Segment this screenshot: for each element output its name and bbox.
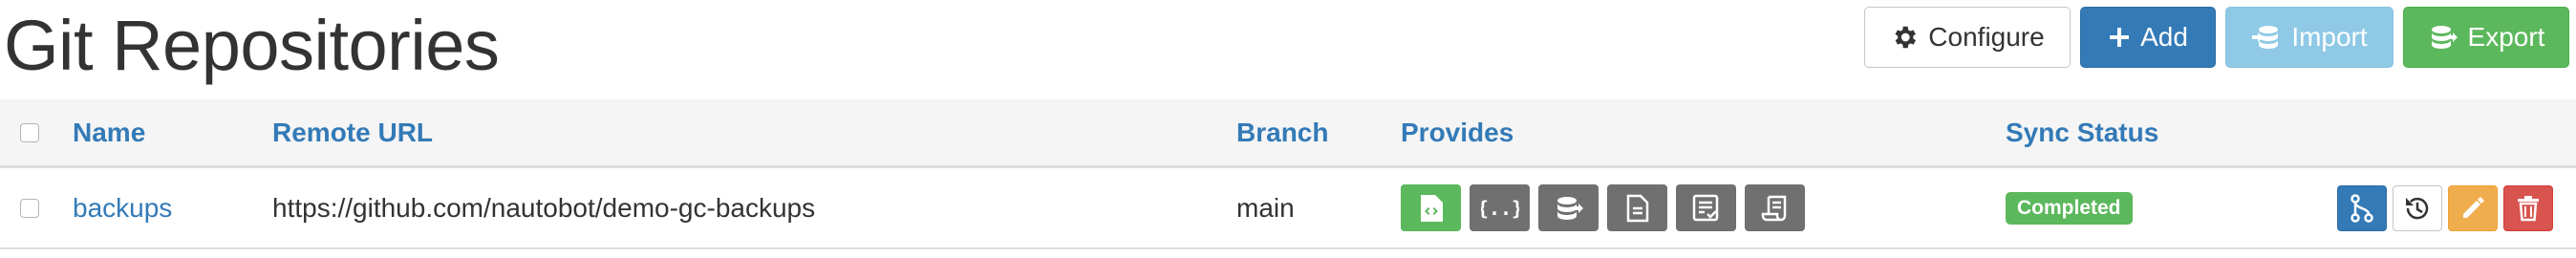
branch-value: main [1236,192,1295,223]
plus-icon [2110,28,2130,47]
svg-text:{..}: {..} [1481,197,1519,220]
column-header-provides: Provides [1401,117,1514,147]
trash-icon [2518,195,2539,221]
page-title: Git Repositories [4,6,500,85]
changelog-button[interactable] [2393,184,2442,231]
column-header-name[interactable]: Name [73,99,145,165]
database-export-icon [2431,26,2458,49]
code-file-icon [1401,184,1461,231]
export-label: Export [2467,22,2545,52]
toolbar: Configure Add Import Export [1864,7,2569,68]
import-button[interactable]: Import [2225,7,2394,68]
select-all-checkbox[interactable] [20,122,39,142]
edit-button[interactable] [2448,184,2498,231]
column-header-sync-status[interactable]: Sync Status [2006,99,2158,165]
scroll-icon [1745,184,1805,231]
remote-url-value: https://github.com/nautobot/demo-gc-back… [272,192,816,223]
row-actions [2337,184,2553,231]
add-button[interactable]: Add [2080,7,2216,68]
sync-status-badge: Completed [2006,191,2133,225]
configure-label: Configure [1928,22,2045,52]
sync-repository-button[interactable] [2337,184,2387,231]
git-branch-icon [2351,193,2373,223]
export-button[interactable]: Export [2403,7,2569,68]
history-icon [2406,197,2429,219]
repository-name-link[interactable]: backups [73,193,172,224]
table-row: backups https://github.com/nautobot/demo… [0,168,2576,249]
repositories-table: Name Remote URL Branch Provides Sync Sta… [0,99,2576,249]
json-braces-icon: {..} [1470,184,1530,231]
document-icon [1607,184,1667,231]
database-import-icon [2252,26,2279,49]
pencil-icon [2463,196,2484,218]
delete-button[interactable] [2503,184,2553,231]
import-label: Import [2291,22,2368,52]
configure-button[interactable]: Configure [1864,7,2071,68]
add-label: Add [2140,22,2188,52]
table-header-row: Name Remote URL Branch Provides Sync Sta… [0,99,2576,168]
provides-icons: {..} [1401,184,1805,231]
column-header-remote-url[interactable]: Remote URL [272,99,433,165]
gear-icon [1895,26,1917,49]
checklist-icon [1676,184,1736,231]
column-header-branch[interactable]: Branch [1236,99,1328,165]
row-select-checkbox[interactable] [20,198,39,218]
database-export-icon [1538,184,1599,231]
